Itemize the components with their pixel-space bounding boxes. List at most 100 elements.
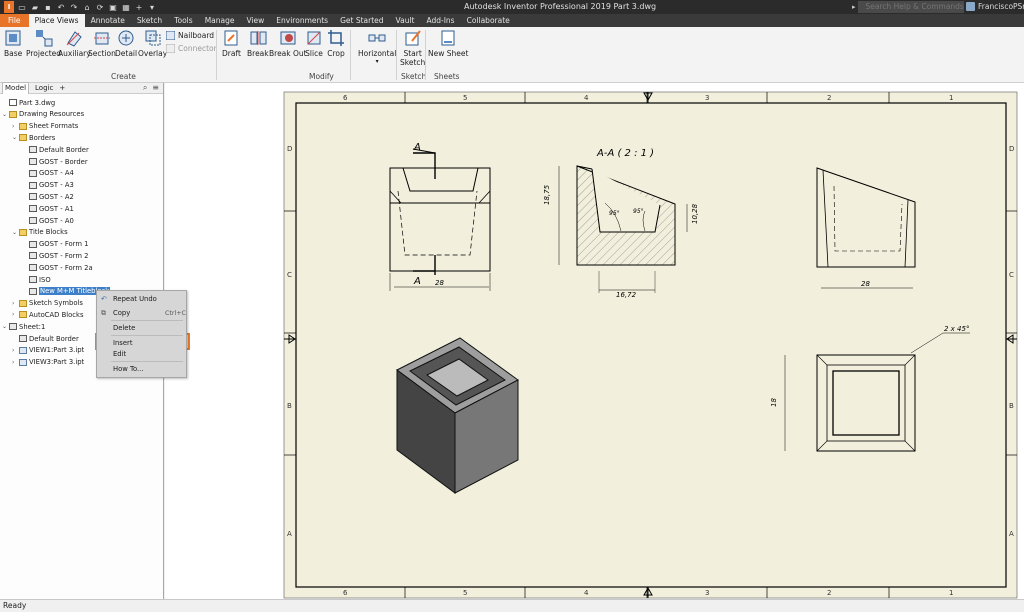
- title-bar: I ▭ ▰ ▪ ↶ ↷ ⌂ ⟳ ▣ ▦ + ▾ Autodesk Invento…: [0, 0, 1024, 14]
- expanded-chevron-icon[interactable]: ⌄: [2, 323, 9, 330]
- separator: [350, 30, 351, 80]
- collapsed-chevron-icon[interactable]: ›: [12, 347, 19, 354]
- tree-node[interactable]: GOST - A3: [22, 180, 74, 191]
- user-account[interactable]: FranciscoPSm...: [966, 2, 1024, 11]
- folder-icon: [19, 299, 27, 307]
- connector-button[interactable]: Connector: [166, 44, 217, 53]
- tree-node[interactable]: GOST - Border: [22, 156, 88, 167]
- tree-node[interactable]: ISO: [22, 274, 51, 285]
- print-icon[interactable]: ▣: [108, 2, 118, 12]
- new-sheet-icon: [441, 30, 455, 46]
- menu-item-repeat-undo[interactable]: Repeat Undo: [113, 295, 157, 303]
- search-expand-icon[interactable]: ▸: [852, 3, 856, 11]
- menu-item-how-to[interactable]: How To...: [113, 365, 144, 373]
- tab-environments[interactable]: Environments: [270, 14, 334, 27]
- inventor-window: I ▭ ▰ ▪ ↶ ↷ ⌂ ⟳ ▣ ▦ + ▾ Autodesk Invento…: [0, 0, 1024, 612]
- tree-node[interactable]: GOST - A0: [22, 215, 74, 226]
- folder-icon: [19, 122, 27, 130]
- expanded-chevron-icon[interactable]: ⌄: [12, 134, 19, 141]
- tree-node[interactable]: GOST - Form 2a: [22, 262, 93, 273]
- base-view-button[interactable]: Base: [4, 29, 22, 58]
- expanded-chevron-icon[interactable]: ⌄: [2, 111, 9, 118]
- base-view-icon: [5, 30, 21, 46]
- sheet-icon: [29, 146, 37, 154]
- crop-button[interactable]: Crop: [327, 29, 345, 58]
- search-icon[interactable]: ⌕: [143, 83, 147, 93]
- tree-node[interactable]: ⌄ Borders: [12, 132, 55, 143]
- search-input[interactable]: [857, 1, 964, 13]
- context-menu: ↶ Repeat Undo ⧉ Copy Ctrl+C Delete Inser…: [96, 290, 187, 378]
- break-button[interactable]: Break: [247, 29, 269, 58]
- tree-node[interactable]: › Sketch Symbols: [12, 298, 83, 309]
- tab-manage[interactable]: Manage: [199, 14, 241, 27]
- tree-node[interactable]: › Sheet Formats: [12, 121, 78, 132]
- slice-icon: [307, 31, 321, 45]
- horizontal-dropdown-icon[interactable]: ▾: [376, 58, 379, 65]
- tab-tools[interactable]: Tools: [168, 14, 198, 27]
- slice-button[interactable]: Slice: [305, 29, 323, 58]
- tree-node[interactable]: GOST - Form 1: [22, 239, 88, 250]
- menu-item-delete[interactable]: Delete: [113, 324, 135, 332]
- menu-item-insert[interactable]: Insert: [113, 339, 133, 347]
- auxiliary-view-button[interactable]: Auxiliary: [58, 29, 91, 58]
- undo-icon[interactable]: ↶: [56, 2, 66, 12]
- tree-node[interactable]: GOST - A4: [22, 168, 74, 179]
- menu-item-edit[interactable]: Edit: [113, 350, 126, 358]
- inventor-logo-icon[interactable]: I: [4, 1, 14, 13]
- tree-node[interactable]: GOST - Form 2: [22, 250, 88, 261]
- menu-item-copy[interactable]: Copy: [113, 309, 130, 317]
- add-tab-icon[interactable]: +: [59, 84, 65, 92]
- redo-icon[interactable]: ↷: [69, 2, 79, 12]
- tab-model[interactable]: Model: [2, 82, 30, 94]
- collapsed-chevron-icon[interactable]: ›: [12, 123, 19, 130]
- tab-get-started[interactable]: Get Started: [334, 14, 389, 27]
- tree-node[interactable]: › VIEW1:Part 3.ipt: [12, 345, 84, 356]
- tab-place-views[interactable]: Place Views: [28, 14, 85, 27]
- new-file-icon[interactable]: ▭: [17, 2, 27, 12]
- drawing-canvas[interactable]: 6 5 4 3 2 1 6 5 4 3 2 1 D C B A D C B A: [165, 83, 1024, 599]
- customize-dropdown-icon[interactable]: ▾: [147, 2, 157, 12]
- tree-node[interactable]: Default Border: [22, 144, 89, 155]
- tab-sketch[interactable]: Sketch: [131, 14, 168, 27]
- tree-node[interactable]: › AutoCAD Blocks: [12, 309, 84, 320]
- break-out-button[interactable]: Break Out: [269, 29, 307, 58]
- tree-node[interactable]: GOST - A1: [22, 203, 74, 214]
- tab-view[interactable]: View: [240, 14, 270, 27]
- tab-vault[interactable]: Vault: [390, 14, 421, 27]
- overlay-view-button[interactable]: Overlay: [138, 29, 167, 58]
- tree-node[interactable]: ⌄ Title Blocks: [12, 227, 68, 238]
- tree-node[interactable]: GOST - A2: [22, 191, 74, 202]
- home-icon[interactable]: ⌂: [82, 2, 92, 12]
- nailboard-button[interactable]: Nailboard: [166, 31, 214, 40]
- zone-number: 2: [827, 94, 831, 102]
- horizontal-button[interactable]: Horizontal ▾: [358, 29, 396, 65]
- expanded-chevron-icon[interactable]: ⌄: [12, 229, 19, 236]
- new-sheet-button[interactable]: New Sheet: [428, 29, 468, 58]
- menu-icon[interactable]: ≡: [152, 83, 159, 93]
- tab-add-ins[interactable]: Add-Ins: [420, 14, 460, 27]
- projected-view-button[interactable]: Projected: [26, 29, 61, 58]
- zone-letter: A: [1009, 530, 1014, 538]
- save-icon[interactable]: ▪: [43, 2, 53, 12]
- tab-file[interactable]: File: [0, 14, 29, 27]
- plus-icon[interactable]: +: [134, 2, 144, 12]
- draft-button[interactable]: Draft: [222, 29, 241, 58]
- tree-node[interactable]: ⌄ Sheet:1: [2, 321, 45, 332]
- update-icon[interactable]: ⟳: [95, 2, 105, 12]
- collapsed-chevron-icon[interactable]: ›: [12, 359, 19, 366]
- section-view-button[interactable]: Section: [88, 29, 116, 58]
- tab-logic[interactable]: Logic: [33, 83, 55, 94]
- tree-node[interactable]: Default Border: [12, 333, 79, 344]
- measure-icon[interactable]: ▦: [121, 2, 131, 12]
- tree-node[interactable]: › VIEW3:Part 3.ipt: [12, 357, 84, 368]
- sheet-icon: [29, 240, 37, 248]
- tab-collaborate[interactable]: Collaborate: [461, 14, 516, 27]
- start-sketch-button[interactable]: Start Sketch: [400, 29, 425, 67]
- open-folder-icon[interactable]: ▰: [30, 2, 40, 12]
- collapsed-chevron-icon[interactable]: ›: [12, 300, 19, 307]
- tree-node[interactable]: ⌄ Drawing Resources: [2, 109, 84, 120]
- tree-node[interactable]: Part 3.dwg: [2, 97, 55, 108]
- collapsed-chevron-icon[interactable]: ›: [12, 311, 19, 318]
- tab-annotate[interactable]: Annotate: [85, 14, 131, 27]
- detail-view-button[interactable]: Detail: [115, 29, 137, 58]
